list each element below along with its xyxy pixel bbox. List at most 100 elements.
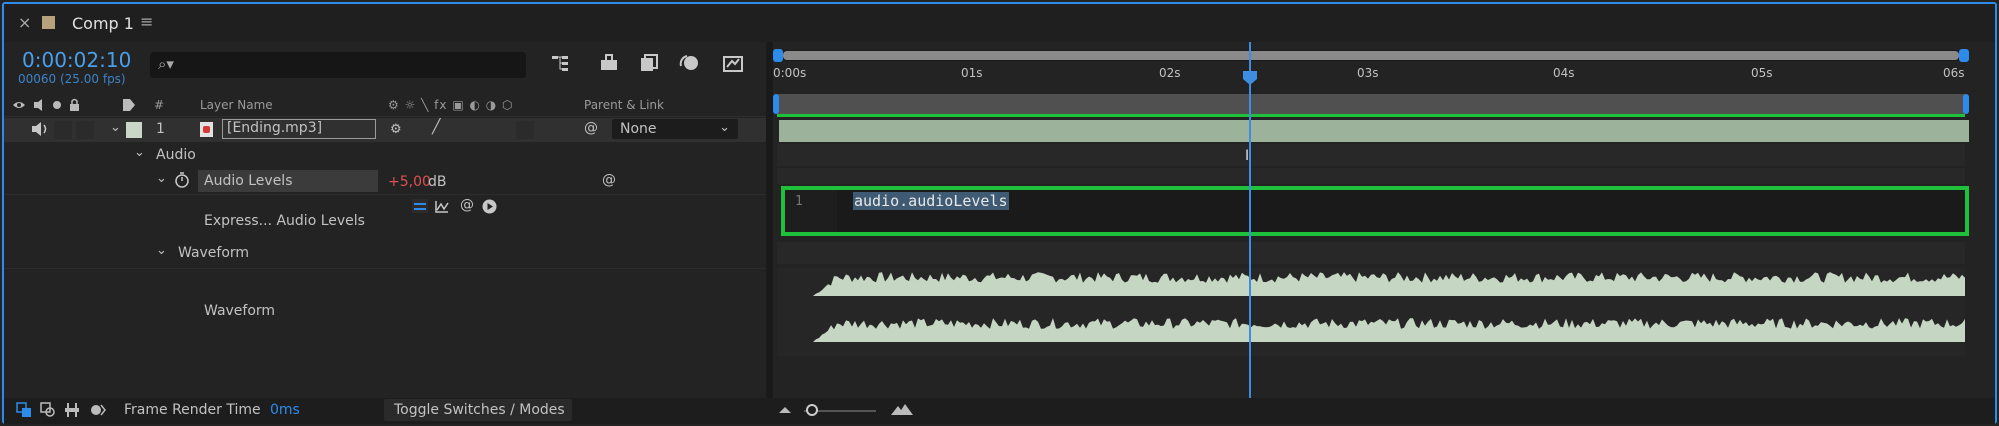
layer-column-headers: # Layer Name ⚙ ☼ ╲ fx ▣ ◐ ◑ ⬡ Parent & L… — [4, 94, 766, 117]
navigator-end-handle[interactable] — [1959, 49, 1969, 62]
timeline-audio-levels-row — [777, 168, 1965, 184]
work-area-start-handle[interactable] — [773, 94, 779, 114]
expression-editor[interactable]: 1 audio.audioLevels — [781, 186, 1969, 236]
toggle-switches-modes-button[interactable]: Toggle Switches / Modes — [384, 399, 572, 421]
expression-language-menu-icon[interactable] — [482, 199, 497, 218]
search-icon: ⌕▾ — [158, 55, 174, 73]
waveform-label: Waveform — [204, 303, 276, 319]
tick-label: 04s — [1553, 66, 1575, 80]
layer-name-field[interactable]: [Ending.mp3] — [222, 119, 376, 139]
stopwatch-icon[interactable] — [174, 172, 190, 192]
layer-label-color[interactable] — [126, 122, 142, 138]
expression-code[interactable]: audio.audioLevels — [853, 192, 1009, 210]
frame-render-value: 0ms — [270, 402, 300, 418]
pick-whip-icon[interactable]: @ — [584, 120, 598, 136]
waveform-group-row[interactable]: ⌄ Waveform — [4, 242, 766, 264]
expression-line-number: 1 — [795, 194, 803, 209]
parent-select[interactable]: None ⌄ — [612, 119, 738, 139]
time-navigator-bar[interactable] — [783, 51, 1959, 60]
layer-row[interactable]: ⌄ 1 [Ending.mp3] ⚙ ╱ @ None ⌄ — [4, 118, 766, 142]
graph-editor-icon[interactable] — [722, 52, 744, 74]
parent-select-value: None — [620, 121, 657, 137]
waveform-track — [777, 268, 1965, 356]
frame-rate-info: 00060 (25.00 fps) — [18, 72, 126, 86]
audio-file-icon — [200, 122, 213, 137]
expand-audio-levels-chevron-icon[interactable]: ⌄ — [156, 171, 167, 186]
expression-graph-icon[interactable] — [434, 199, 450, 218]
solo-switch[interactable] — [54, 121, 72, 139]
audio-levels-row[interactable]: ⌄ Audio Levels +5,00 dB @ — [4, 168, 766, 194]
expression-gutter: 1 — [785, 190, 837, 232]
property-pick-whip-icon[interactable]: @ — [602, 172, 616, 188]
tick-label: 02s — [1159, 66, 1181, 80]
current-time-display[interactable]: 0:00:02:10 — [22, 48, 131, 72]
waveform-channel — [813, 318, 1965, 342]
playhead-line[interactable] — [1249, 42, 1251, 398]
adjustment-switch[interactable] — [516, 121, 534, 139]
shy-switch-icon[interactable]: ⚙ — [390, 122, 402, 137]
frame-render-label: Frame Render Time — [124, 402, 261, 418]
zoom-in-icon[interactable] — [890, 402, 914, 420]
comp-flowchart-icon[interactable] — [16, 402, 32, 422]
hide-shy-layers-icon[interactable] — [638, 52, 660, 74]
timeline-panel: 0:00s 01s 02s 03s 04s 05s 06s 1 audio.au… — [773, 42, 1995, 398]
label-tag-icon[interactable] — [122, 98, 136, 115]
audio-levels-unit: dB — [428, 174, 447, 190]
audio-group-row[interactable]: ⌄ Audio — [4, 144, 766, 166]
waveform-group-label: Waveform — [178, 245, 250, 261]
panel-divider[interactable] — [766, 42, 773, 398]
tick-label: 01s — [961, 66, 983, 80]
column-layer-name[interactable]: Layer Name — [200, 98, 273, 112]
timeline-audio-row — [777, 144, 1965, 166]
chevron-down-icon: ⌄ — [719, 120, 730, 135]
draft-3d-icon[interactable] — [598, 52, 620, 74]
in-out-stretch-icon[interactable] — [90, 402, 106, 422]
expand-audio-chevron-icon[interactable]: ⌄ — [134, 145, 145, 160]
enable-expression-icon[interactable] — [412, 199, 428, 213]
zoom-slider-thumb[interactable] — [806, 404, 818, 416]
text-cursor-icon: I — [1245, 148, 1250, 164]
layer-switches-icon[interactable] — [40, 402, 56, 422]
comp-label-swatch — [42, 16, 55, 29]
status-bar: Frame Render Time 0ms Toggle Switches / … — [4, 398, 1995, 424]
transfer-controls-icon[interactable] — [64, 402, 80, 422]
collapse-layer-chevron-icon[interactable]: ⌄ — [110, 120, 121, 135]
layer-duration-bar[interactable] — [779, 120, 1969, 142]
audio-speaker-icon[interactable] — [30, 121, 50, 141]
zoom-out-icon[interactable] — [778, 403, 792, 419]
expression-pick-whip-icon[interactable]: @ — [460, 197, 474, 213]
tick-label: 03s — [1357, 66, 1379, 80]
video-switch-header-icon[interactable] — [12, 98, 84, 115]
expression-row[interactable]: @ Express... Audio Levels — [4, 194, 766, 237]
lock-switch[interactable] — [76, 121, 94, 139]
audio-levels-value[interactable]: +5,00 — [388, 174, 431, 190]
tick-label: 0:00s — [773, 66, 807, 80]
waveform-row[interactable]: Waveform — [4, 268, 766, 357]
tick-label: 06s — [1943, 66, 1965, 80]
close-tab-icon[interactable]: × — [18, 13, 31, 32]
layer-search-input[interactable]: ⌕▾ — [150, 52, 526, 78]
navigator-start-handle[interactable] — [773, 49, 783, 62]
column-switches: ⚙ ☼ ╲ fx ▣ ◐ ◑ ⬡ — [388, 98, 514, 112]
comp-tab-title[interactable]: Comp 1 — [72, 14, 134, 33]
layer-index: 1 — [156, 121, 165, 137]
waveform-channel — [813, 272, 1965, 296]
quality-switch-icon[interactable]: ╱ — [432, 119, 440, 135]
audio-group-label: Audio — [156, 147, 196, 163]
expression-label: Express... Audio Levels — [204, 213, 365, 229]
column-hash: # — [154, 98, 165, 112]
column-parent-link[interactable]: Parent & Link — [584, 98, 664, 112]
timeline-waveform-group-row — [777, 242, 1965, 264]
toggle-switches-modes-label: Toggle Switches / Modes — [394, 402, 565, 418]
comp-tab-bar: × Comp 1 ≡ — [4, 4, 1995, 42]
work-area-bar[interactable] — [777, 94, 1965, 114]
audio-levels-label: Audio Levels — [198, 170, 378, 192]
motion-blur-icon[interactable] — [678, 52, 700, 74]
work-area-render-indicator — [777, 114, 1965, 117]
composition-mini-flowchart-icon[interactable] — [550, 52, 572, 74]
tick-label: 05s — [1751, 66, 1773, 80]
work-area-end-handle[interactable] — [1963, 94, 1969, 114]
panel-menu-icon[interactable]: ≡ — [140, 12, 153, 31]
expand-waveform-chevron-icon[interactable]: ⌄ — [156, 243, 167, 258]
audio-waveform — [813, 272, 1965, 342]
